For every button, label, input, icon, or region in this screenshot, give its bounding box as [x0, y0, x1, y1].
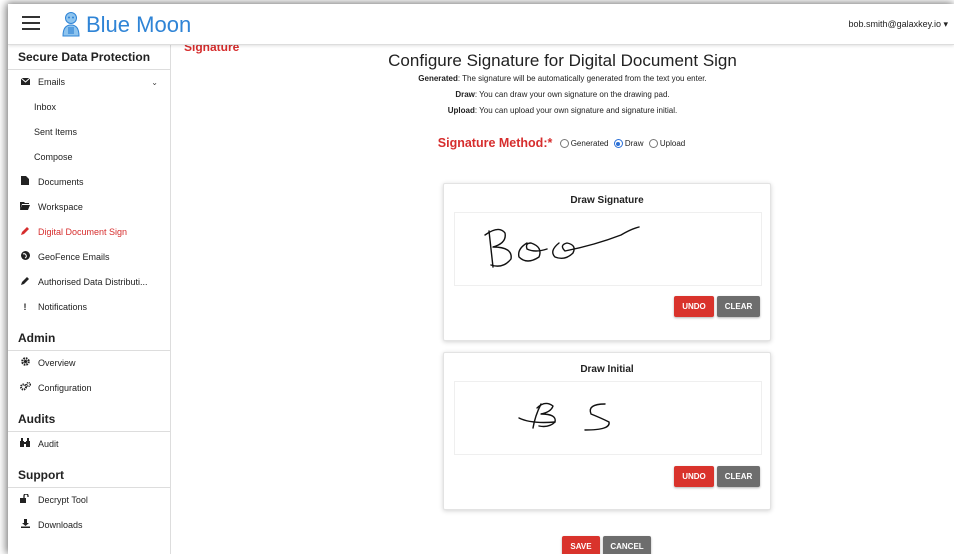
binoculars-icon [18, 432, 32, 457]
sidebar-item-configuration[interactable]: Configuration [8, 376, 170, 401]
sidebar-section-support: Support [8, 463, 170, 488]
signature-drawing [484, 226, 640, 268]
sidebar-item-label: Configuration [38, 383, 92, 393]
user-account-menu[interactable]: bob.smith@galaxkey.io ▾ [848, 19, 948, 30]
sidebar-item-label: Audit [38, 439, 59, 449]
sidebar-item-geofence-emails[interactable]: GeoFence Emails [8, 245, 170, 270]
save-button[interactable]: SAVE [562, 536, 600, 554]
sidebar-item-label: Documents [38, 177, 84, 187]
radio-generated[interactable]: Generated [559, 139, 609, 149]
top-bar: Blue Moon bob.smith@galaxkey.io ▾ [8, 4, 954, 45]
radio-draw[interactable]: Draw [613, 139, 644, 149]
sidebar: Secure Data Protection Emails ⌄ Inbox Se… [8, 45, 171, 554]
sidebar-item-workspace[interactable]: Workspace [8, 195, 170, 220]
pencil-icon [18, 270, 32, 295]
description-label: Upload [447, 106, 475, 115]
sidebar-item-label: Overview [38, 358, 76, 368]
pencil-icon [18, 220, 32, 245]
card-title: Draw Signature [570, 195, 644, 206]
hamburger-menu-icon[interactable] [22, 16, 40, 30]
sidebar-item-label: Notifications [38, 302, 88, 312]
sidebar-section-audits: Audits [8, 407, 170, 432]
envelope-icon [18, 70, 32, 95]
gear-icon [18, 351, 32, 376]
cancel-button[interactable]: CANCEL [603, 536, 651, 554]
radio-button[interactable] [559, 139, 569, 149]
description-label: Generated [418, 74, 458, 83]
radio-upload[interactable]: Upload [648, 139, 686, 149]
gears-icon [18, 376, 32, 401]
sidebar-item-label: Digital Document Sign [38, 227, 128, 237]
sidebar-item-label: Authorised Data Distributi... [38, 277, 148, 287]
sidebar-item-emails[interactable]: Emails ⌄ [8, 70, 170, 95]
signature-method-row: Signature Method:* Generated Draw Upload [171, 136, 954, 150]
draw-initial-card: Draw Initial UNDO CLEAR [443, 352, 771, 510]
undo-initial-button[interactable]: UNDO [674, 466, 714, 487]
brand-name[interactable]: Blue Moon [86, 12, 191, 38]
radio-label: Generated [570, 139, 609, 149]
clear-signature-button[interactable]: CLEAR [717, 296, 760, 317]
unlock-icon [18, 488, 32, 513]
sidebar-item-digital-document-sign[interactable]: Digital Document Sign [8, 220, 170, 245]
radio-button-selected[interactable] [613, 139, 623, 149]
description-text: : You can draw your own signature on the… [474, 90, 670, 99]
user-caret-icon: ▾ [943, 19, 948, 29]
file-icon [18, 170, 32, 195]
exclamation-icon: ! [23, 302, 27, 312]
radio-label: Draw [624, 139, 644, 149]
sidebar-section-admin: Admin [8, 326, 170, 351]
sidebar-item-sent-items[interactable]: Sent Items [8, 120, 170, 145]
main-content: Signature Configure Signature for Digita… [171, 45, 954, 554]
sidebar-item-authorised-data-distribution[interactable]: Authorised Data Distributi... [8, 270, 170, 295]
sidebar-item-label: GeoFence Emails [38, 252, 110, 262]
globe-icon [18, 245, 32, 270]
undo-signature-button[interactable]: UNDO [674, 296, 714, 317]
blue-moon-logo-icon [62, 12, 80, 37]
sidebar-item-label: Decrypt Tool [38, 495, 88, 505]
sidebar-item-label: Emails [38, 77, 66, 87]
radio-label: Upload [659, 139, 686, 149]
description-text: : The signature will be automatically ge… [457, 74, 707, 83]
description-label: Draw [455, 90, 475, 99]
page-title: Configure Signature for Digital Document… [388, 51, 737, 70]
sidebar-item-compose[interactable]: Compose [8, 145, 170, 170]
sidebar-item-inbox[interactable]: Inbox [8, 95, 170, 120]
clear-initial-button[interactable]: CLEAR [717, 466, 760, 487]
sidebar-item-documents[interactable]: Documents [8, 170, 170, 195]
download-icon [18, 513, 32, 538]
chevron-down-icon[interactable]: ⌄ [151, 70, 158, 95]
radio-button[interactable] [648, 139, 658, 149]
sidebar-item-label: Downloads [38, 520, 83, 530]
draw-signature-card: Draw Signature UNDO CLEAR [443, 183, 771, 341]
sidebar-item-label: Workspace [38, 202, 83, 212]
sidebar-section-secure-data-protection: Secure Data Protection [8, 45, 170, 70]
description-text: : You can upload your own signature and … [474, 106, 678, 115]
sidebar-item-notifications[interactable]: ! Notifications [8, 295, 170, 320]
description-draw: Draw: You can draw your own signature on… [171, 90, 954, 99]
signature-drawing-pad[interactable] [454, 212, 762, 286]
sidebar-item-downloads[interactable]: Downloads [8, 513, 170, 538]
card-title: Draw Initial [580, 364, 634, 375]
description-generated: Generated: The signature will be automat… [171, 74, 954, 83]
user-email: bob.smith@galaxkey.io [848, 19, 941, 29]
sidebar-item-decrypt-tool[interactable]: Decrypt Tool [8, 488, 170, 513]
signature-method-label: Signature Method:* [437, 136, 553, 150]
sidebar-item-audit[interactable]: Audit [8, 432, 170, 457]
description-upload: Upload: You can upload your own signatur… [171, 106, 954, 115]
initial-drawing [518, 402, 610, 431]
app-window: Blue Moon bob.smith@galaxkey.io ▾ Secure… [8, 4, 954, 554]
folder-open-icon [18, 195, 32, 220]
sidebar-item-overview[interactable]: Overview [8, 351, 170, 376]
initial-drawing-pad[interactable] [454, 381, 762, 455]
